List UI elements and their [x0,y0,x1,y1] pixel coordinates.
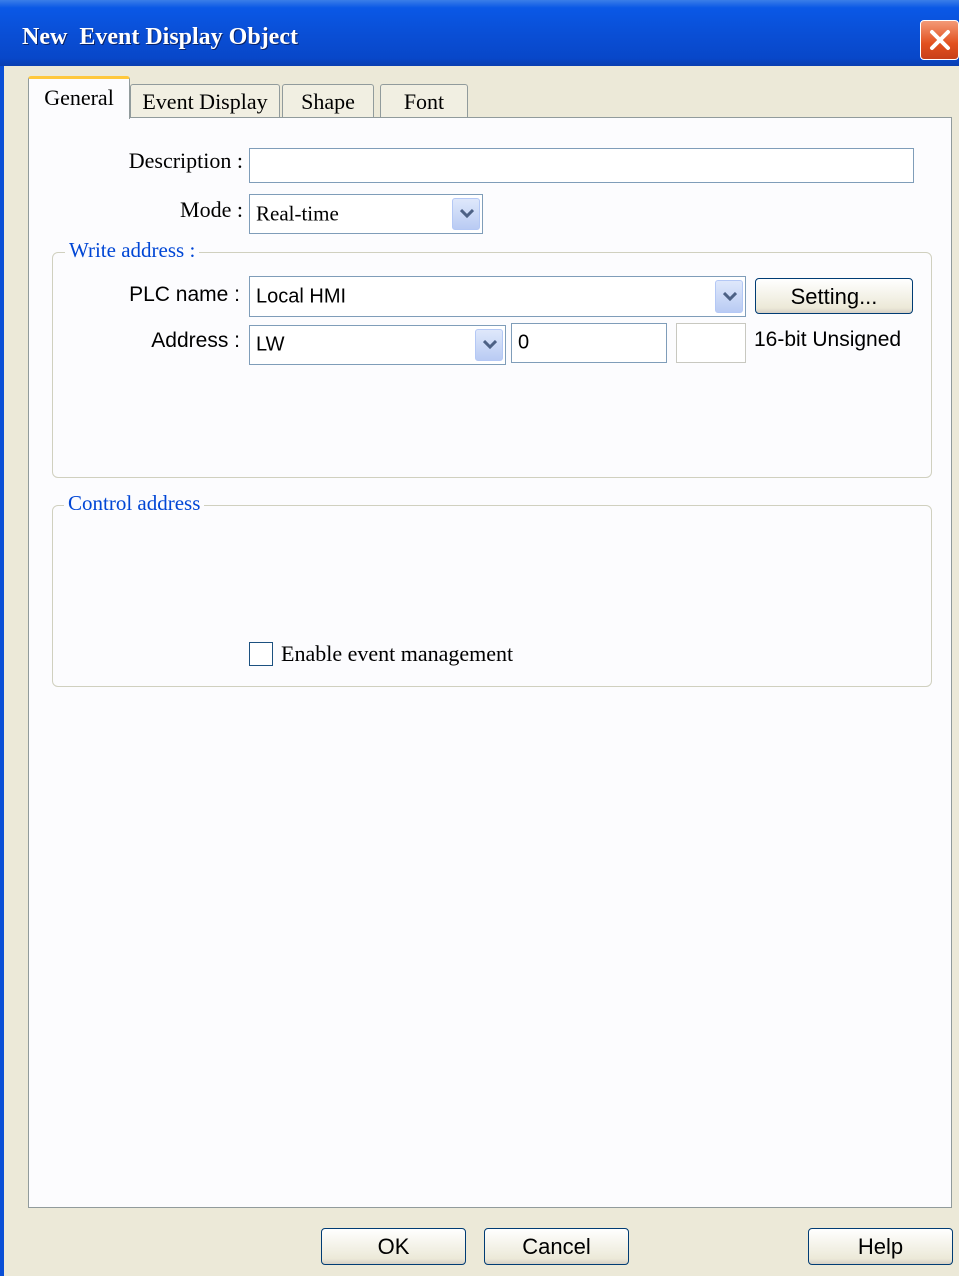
mode-label: Mode : [180,197,243,222]
cancel-button[interactable]: Cancel [484,1228,629,1265]
chevron-down-icon [460,209,474,219]
window-title: New Event Display Object [22,24,298,50]
address-value-input[interactable]: 0 [511,323,667,363]
address-device-select[interactable]: LW [249,325,506,365]
enable-event-management-label[interactable]: Enable event management [281,641,513,667]
address-device-dropdown-button[interactable] [475,329,503,361]
help-button[interactable]: Help [808,1228,953,1265]
tab-event-display-label: Event Display [142,89,268,114]
plc-name-dropdown-button[interactable] [715,280,743,313]
address-value: 0 [518,331,530,354]
description-label: Description : [128,148,243,173]
tab-font[interactable]: Font [380,84,468,118]
address-label: Address : [151,329,240,352]
write-address-legend: Write address : [65,238,200,263]
plc-name-value: Local HMI [256,285,347,307]
close-button[interactable] [920,20,959,60]
mode-value: Real-time [256,201,339,226]
ok-button[interactable]: OK [321,1228,466,1265]
address-extra-field [676,323,746,363]
window-frame-left [0,66,4,1276]
mode-dropdown-button[interactable] [452,198,480,230]
mode-select[interactable]: Real-time [249,194,483,234]
tab-shape-label: Shape [301,89,355,114]
setting-button[interactable]: Setting... [755,278,913,314]
title-bar[interactable]: New Event Display Object [0,0,959,66]
enable-event-management-checkbox[interactable] [249,642,273,666]
tab-general[interactable]: General [28,76,130,119]
chevron-down-icon [483,340,497,350]
address-device-value: LW [256,333,285,356]
dialog-window: New Event Display Object General Event D… [0,0,959,1276]
tab-font-label: Font [403,89,445,114]
plc-name-select[interactable]: Local HMI [249,276,746,317]
tab-shape[interactable]: Shape [282,84,374,118]
chevron-down-icon [723,292,737,302]
description-field[interactable] [249,148,914,183]
close-icon [930,30,950,50]
plc-name-label: PLC name : [129,283,240,306]
tab-event-display[interactable]: Event Display [130,84,280,118]
data-format-label: 16-bit Unsigned [754,328,902,351]
control-address-legend: Control address [64,491,205,516]
tab-general-label: General [44,85,114,110]
